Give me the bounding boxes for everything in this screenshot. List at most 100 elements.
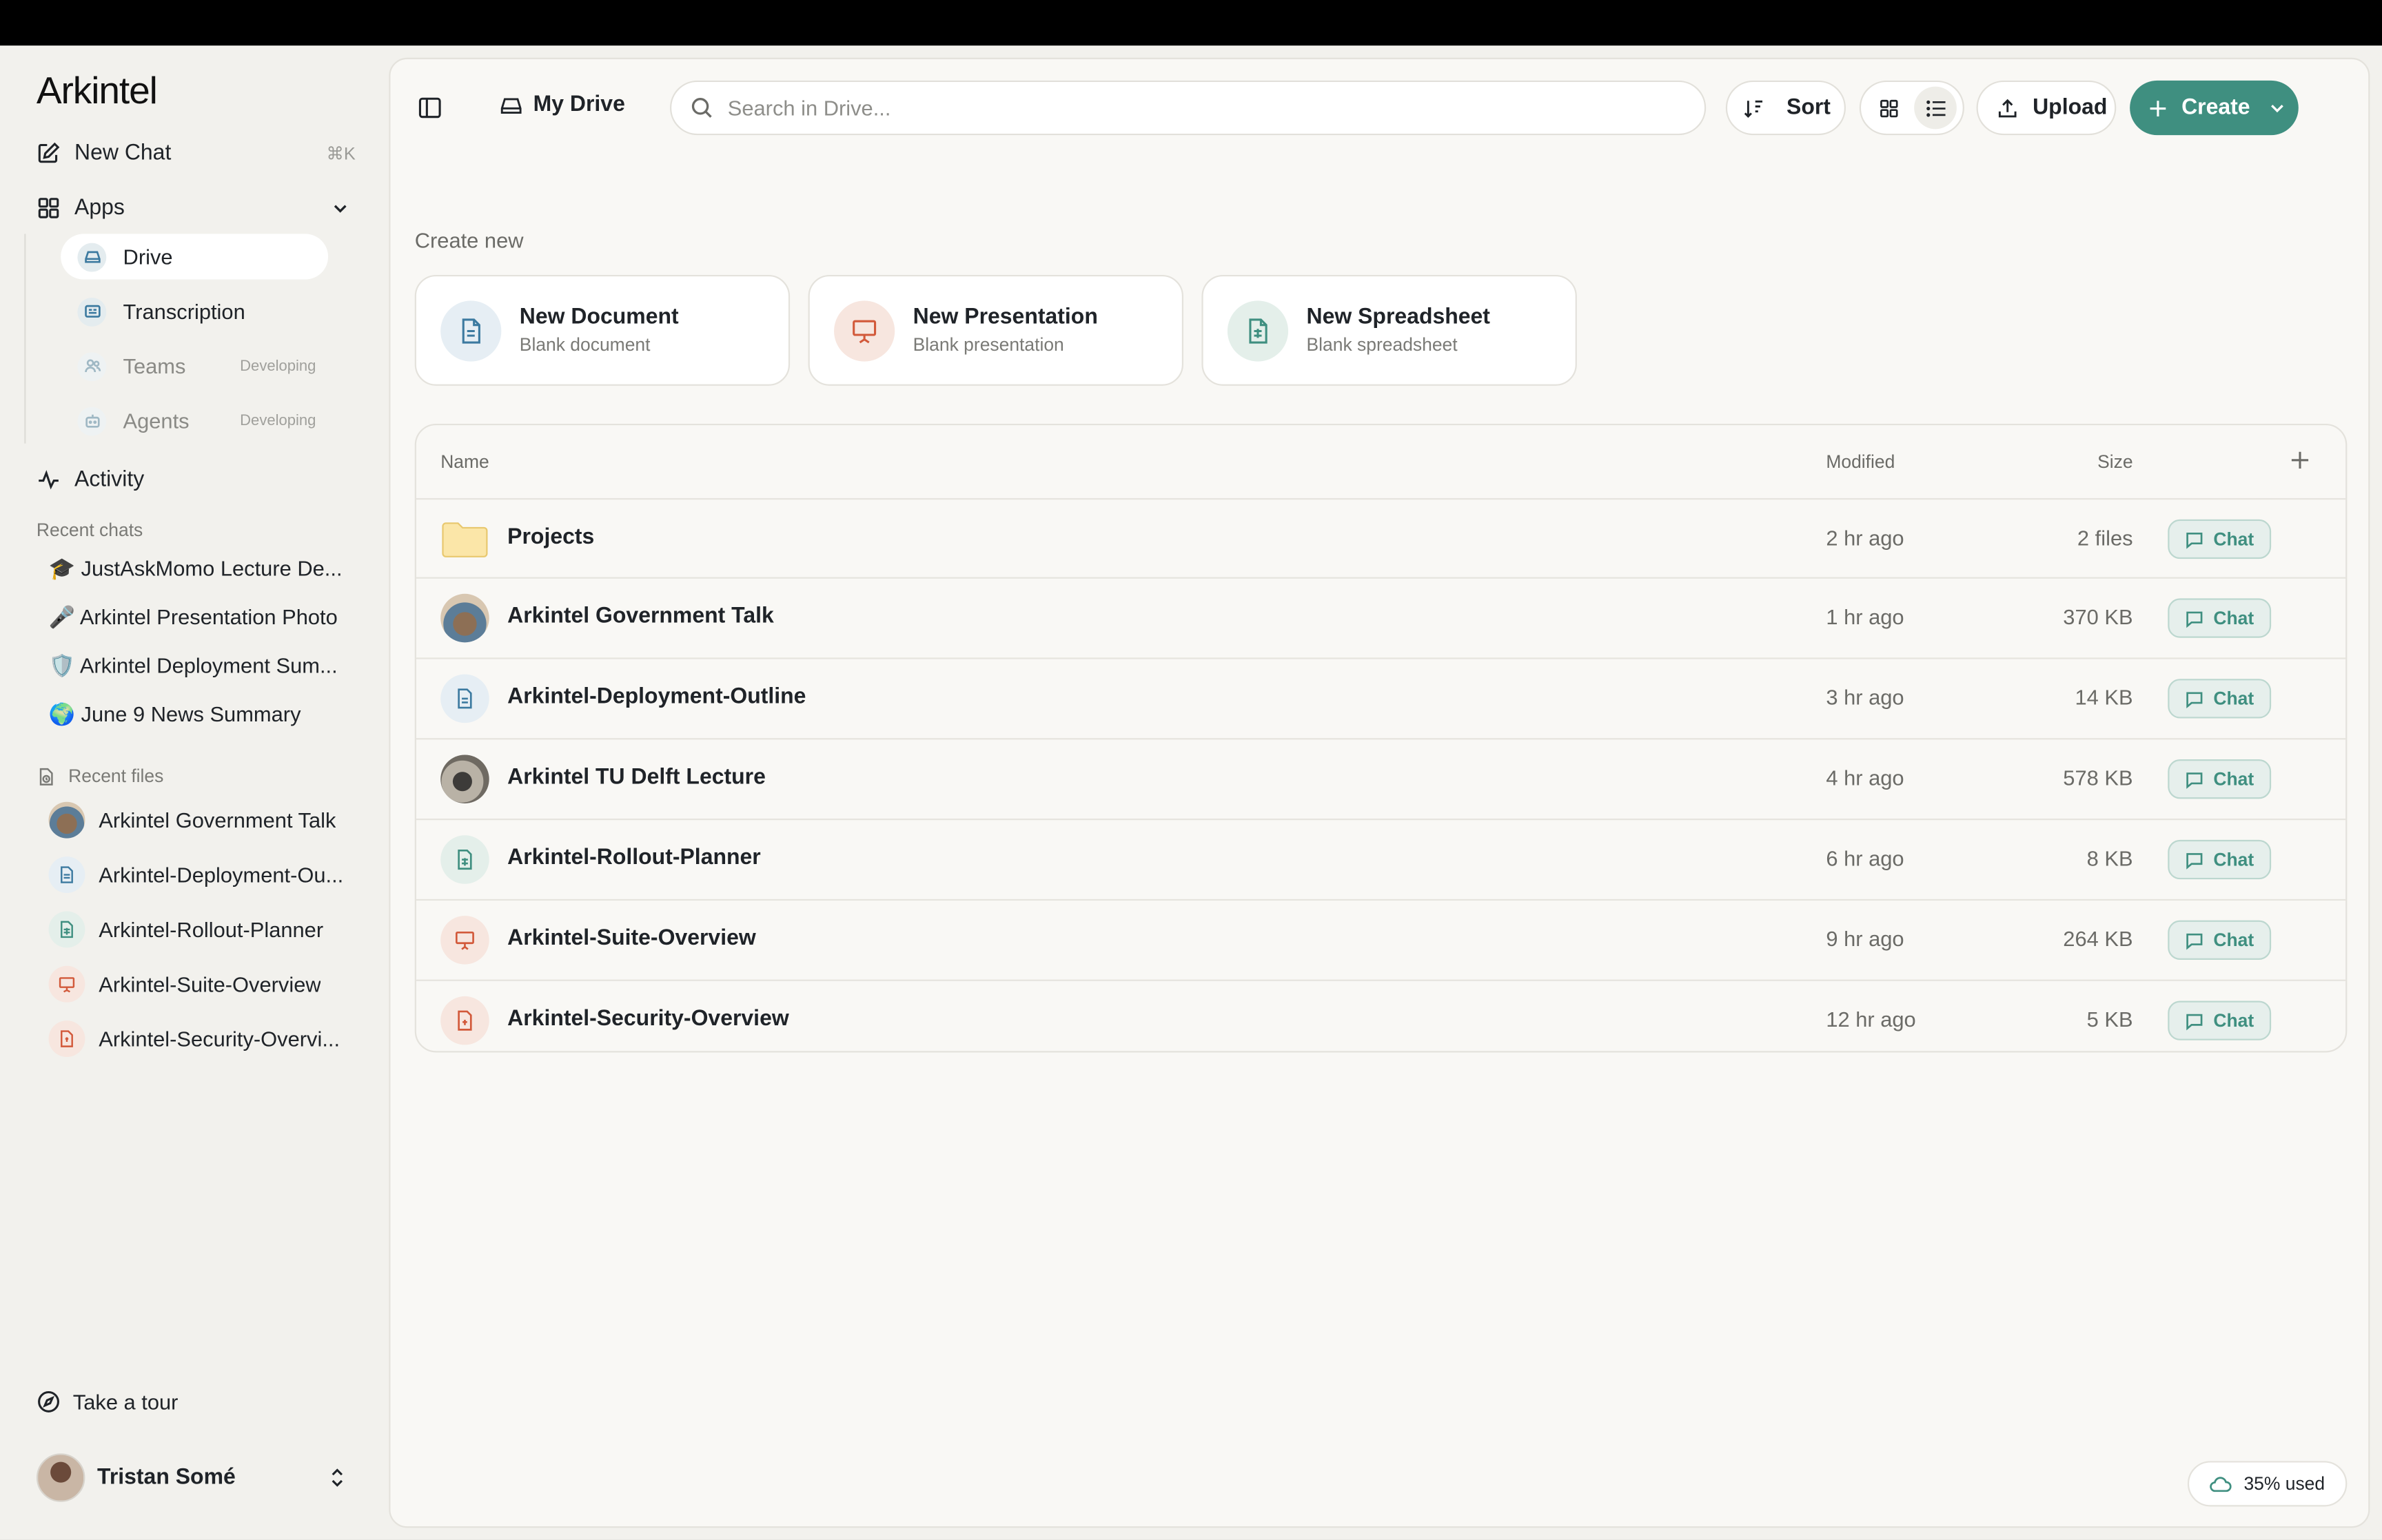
table-row[interactable]: Arkintel-Rollout-Planner 6 hr ago 8 KB C… <box>416 819 2346 899</box>
table-row[interactable]: Arkintel TU Delft Lecture 4 hr ago 578 K… <box>416 738 2346 819</box>
user-menu[interactable]: Tristan Somé <box>36 1453 356 1502</box>
sort-label: Sort <box>1787 95 1831 121</box>
chevron-down-icon[interactable] <box>2268 99 2286 116</box>
user-name: Tristan Somé <box>97 1465 236 1490</box>
folder-icon <box>440 515 489 564</box>
chat-icon <box>2186 932 2203 949</box>
chat-button[interactable]: Chat <box>2168 920 2272 960</box>
storage-usage-label: 35% used <box>2243 1472 2325 1495</box>
sidebar-item-drive[interactable]: Drive <box>61 234 329 280</box>
recent-chat-item[interactable]: 🛡️ Arkintel Deployment Sum... <box>49 653 353 679</box>
sidebar-item-agents[interactable]: Agents Developing <box>61 398 328 443</box>
upload-button[interactable]: Upload <box>1976 80 2117 136</box>
card-text: New Spreadsheet Blank spreadsheet <box>1307 305 1490 356</box>
developing-badge: Developing <box>240 412 316 429</box>
new-chat-label: New Chat <box>74 141 172 166</box>
apps-label: Apps <box>74 196 125 220</box>
recent-file-name: Arkintel-Security-Overvi... <box>99 1026 340 1051</box>
file-size: 370 KB <box>2063 604 2133 629</box>
take-a-tour-link[interactable]: Take a tour <box>37 1389 179 1415</box>
recent-file-name: Arkintel-Deployment-Ou... <box>99 862 344 887</box>
apps-toggle[interactable]: Apps <box>37 188 356 227</box>
card-subtitle: Blank spreadsheet <box>1306 333 1458 356</box>
sidebar-toggle-icon[interactable] <box>418 96 442 120</box>
chat-button[interactable]: Chat <box>2168 519 2272 559</box>
sidebar-item-label: Agents <box>123 408 190 433</box>
recent-file-item[interactable]: Arkintel-Security-Overvi... <box>48 1019 353 1058</box>
chat-button[interactable]: Chat <box>2168 679 2272 719</box>
spreadsheet-icon <box>48 911 85 948</box>
file-name: Arkintel-Deployment-Outline <box>507 685 806 710</box>
recent-file-item[interactable]: Arkintel-Rollout-Planner <box>48 910 353 949</box>
toolbar: My Drive Sort Upload <box>390 79 2368 137</box>
table-row[interactable]: Arkintel-Security-Overview 12 hr ago 5 K… <box>416 979 2346 1051</box>
presentation-icon <box>440 916 489 965</box>
card-title: New Document <box>519 305 679 330</box>
recent-chat-item[interactable]: 🌍 June 9 News Summary <box>49 701 353 727</box>
file-modified: 6 hr ago <box>1826 845 1904 870</box>
sidebar-item-teams[interactable]: Teams Developing <box>61 343 328 389</box>
table-row[interactable]: Projects 2 hr ago 2 files Chat <box>416 497 2346 579</box>
chat-button[interactable]: Chat <box>2168 1000 2272 1040</box>
chat-icon <box>2186 852 2203 869</box>
create-label: Create <box>2181 95 2250 121</box>
chat-label: Chat <box>2213 849 2254 870</box>
image-thumbnail <box>440 754 489 803</box>
document-icon <box>440 674 489 723</box>
sort-button[interactable]: Sort <box>1725 80 1846 136</box>
image-thumbnail <box>440 593 489 643</box>
table-row[interactable]: Arkintel-Deployment-Outline 3 hr ago 14 … <box>416 657 2346 738</box>
chat-button[interactable]: Chat <box>2168 759 2272 799</box>
new-presentation-card[interactable]: New Presentation Blank presentation <box>808 274 1183 386</box>
location-breadcrumb[interactable]: My Drive <box>500 92 625 117</box>
sidebar-item-label: Drive <box>123 244 173 269</box>
recent-file-item[interactable]: Arkintel-Suite-Overview <box>48 965 353 1004</box>
upload-label: Upload <box>2033 95 2108 121</box>
activity-link[interactable]: Activity <box>37 460 356 500</box>
column-modified[interactable]: Modified <box>1826 451 1895 473</box>
recent-chat-item[interactable]: 🎓 JustAskMomo Lecture De... <box>49 556 353 582</box>
chevron-up-down-icon[interactable] <box>328 1467 346 1488</box>
chat-label: Chat <box>2213 607 2254 629</box>
chat-icon <box>2186 772 2203 788</box>
new-document-card[interactable]: New Document Blank document <box>414 274 791 386</box>
file-modified: 1 hr ago <box>1826 604 1904 629</box>
file-name: Arkintel-Suite-Overview <box>507 926 756 951</box>
new-chat-shortcut: ⌘K <box>326 145 356 165</box>
storage-usage-badge[interactable]: 35% used <box>2187 1461 2348 1507</box>
new-spreadsheet-card[interactable]: New Spreadsheet Blank spreadsheet <box>1201 274 1577 386</box>
new-chat-button[interactable]: New Chat ⌘K <box>37 134 356 173</box>
list-view-button[interactable] <box>1914 86 1957 130</box>
chat-button[interactable]: Chat <box>2168 839 2272 880</box>
column-size[interactable]: Size <box>2097 451 2132 473</box>
recent-chat-item[interactable]: 🎤 Arkintel Presentation Photo <box>49 604 353 630</box>
brand-logo[interactable]: Arkintel <box>37 70 158 114</box>
recent-file-name: Arkintel-Suite-Overview <box>99 972 321 996</box>
search-bar[interactable] <box>670 80 1707 136</box>
recent-file-item[interactable]: Arkintel Government Talk <box>48 801 353 840</box>
chevron-down-icon[interactable] <box>331 199 349 217</box>
drive-icon <box>500 97 522 113</box>
sidebar-item-transcription[interactable]: Transcription <box>61 289 328 334</box>
file-name: Arkintel-Rollout-Planner <box>507 845 761 870</box>
list-icon <box>1926 99 1945 116</box>
pdf-icon <box>440 996 489 1045</box>
table-row[interactable]: Arkintel-Suite-Overview 9 hr ago 264 KB … <box>416 899 2346 980</box>
table-row[interactable]: Arkintel Government Talk 1 hr ago 370 KB… <box>416 577 2346 658</box>
chat-label: Chat <box>2213 688 2254 710</box>
chat-button[interactable]: Chat <box>2168 598 2272 638</box>
create-button[interactable]: Create <box>2130 80 2299 136</box>
add-column-icon[interactable] <box>2290 449 2311 471</box>
card-subtitle: Blank document <box>519 333 651 356</box>
file-size: 14 KB <box>2075 685 2133 710</box>
file-name: Arkintel-Security-Overview <box>507 1007 789 1031</box>
recent-file-item[interactable]: Arkintel-Deployment-Ou... <box>48 855 353 894</box>
tour-label: Take a tour <box>72 1389 179 1415</box>
grid-view-button[interactable] <box>1867 87 1910 130</box>
activity-label: Activity <box>74 467 145 493</box>
search-input[interactable] <box>727 95 1640 121</box>
column-name[interactable]: Name <box>440 451 489 473</box>
users-icon <box>77 351 107 381</box>
recent-files-heading: Recent files <box>37 766 163 787</box>
file-modified: 12 hr ago <box>1826 1007 1916 1031</box>
